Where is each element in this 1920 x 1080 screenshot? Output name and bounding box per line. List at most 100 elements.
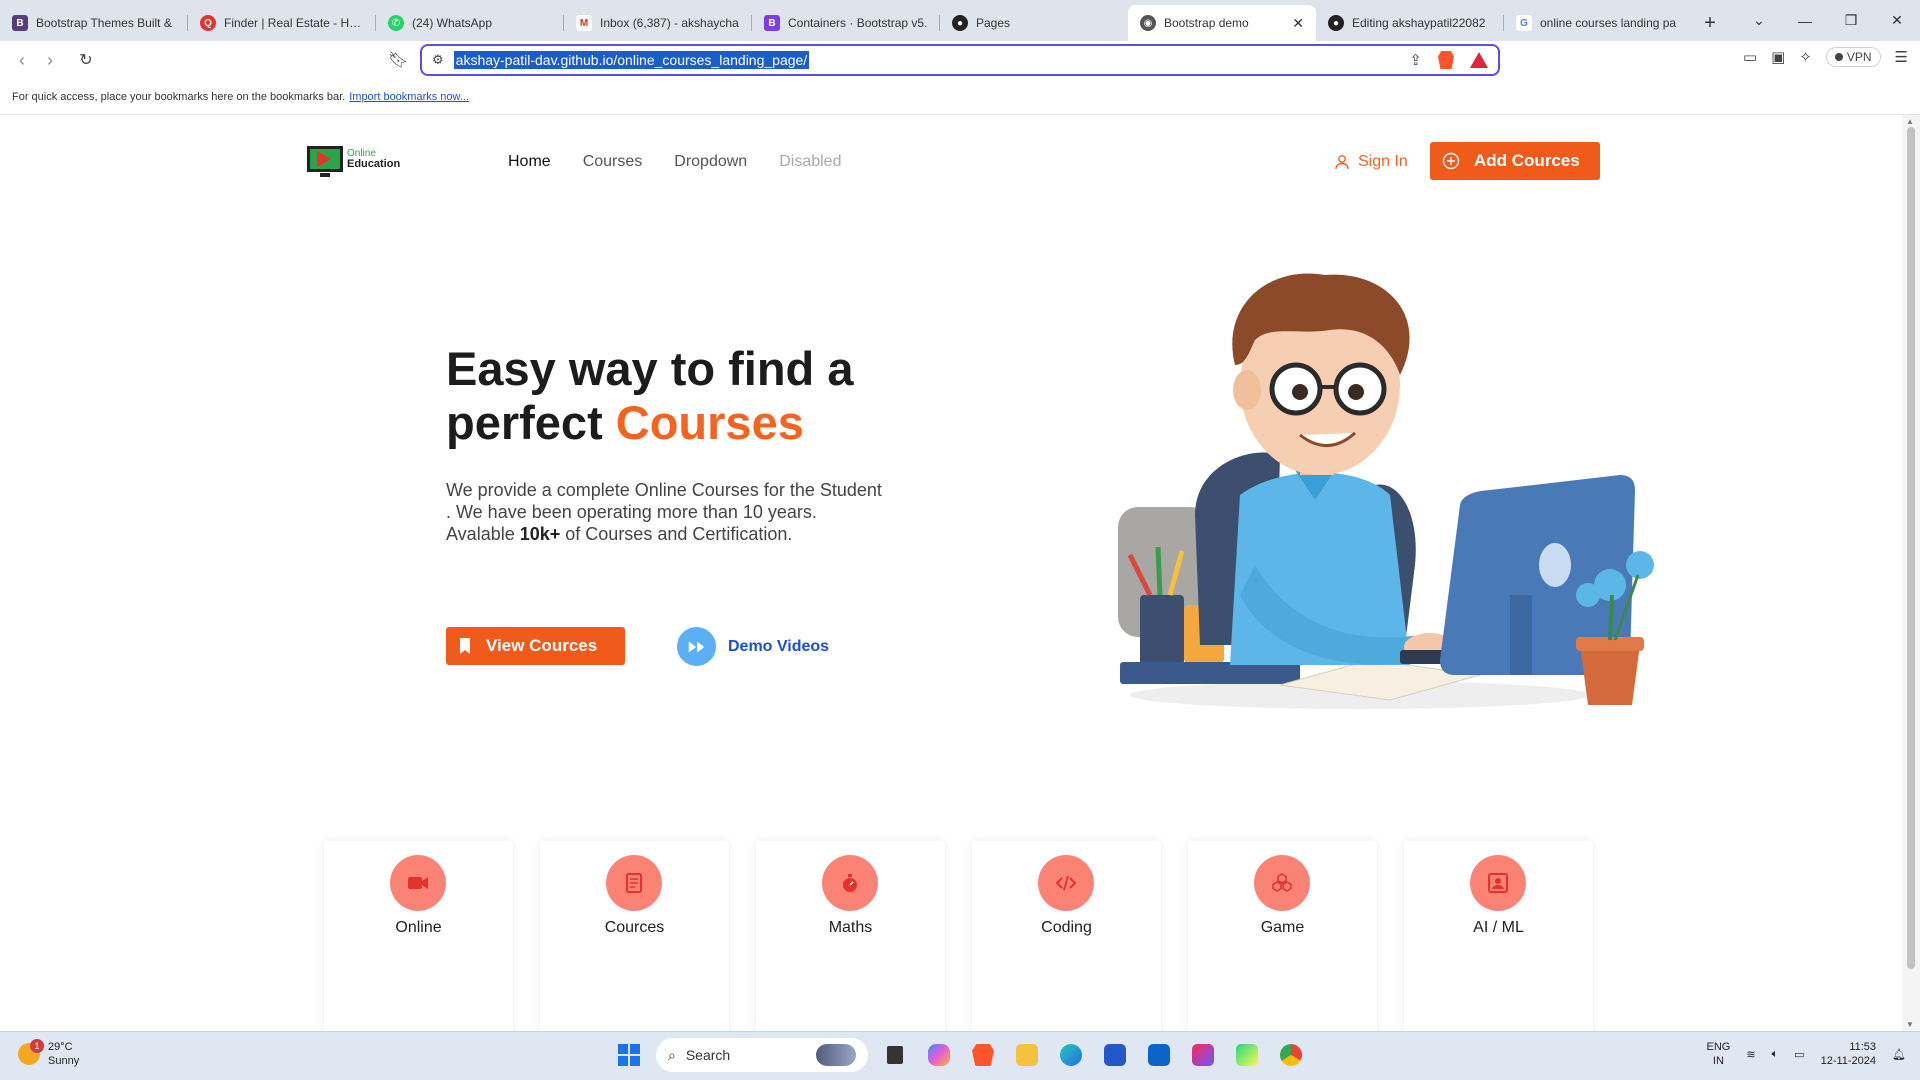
category-label: Online — [395, 919, 442, 936]
browser-tab[interactable]: B Containers · Bootstrap v5. — [752, 5, 940, 41]
brave-rewards-icon[interactable] — [1470, 52, 1488, 68]
menu-icon[interactable]: ☰ — [1895, 48, 1908, 66]
tab-title: Editing akshaypatil22082 — [1352, 16, 1486, 30]
browser-tab-active[interactable]: ◉ Bootstrap demo ✕ — [1128, 5, 1316, 41]
video-camera-icon — [390, 855, 446, 911]
cubes-icon — [1254, 855, 1310, 911]
vpn-label: VPN — [1846, 50, 1872, 64]
main-nav: Home Courses Dropdown Disabled — [508, 153, 841, 171]
category-card-maths[interactable]: Maths — [756, 841, 945, 1031]
stopwatch-icon — [822, 855, 878, 911]
sidebar-icon[interactable]: ▭ — [1743, 48, 1757, 66]
scroll-down-icon[interactable]: ▼ — [1906, 1020, 1914, 1029]
nav-courses[interactable]: Courses — [583, 153, 643, 171]
bookmarks-hint: For quick access, place your bookmarks h… — [12, 90, 346, 103]
taskbar-search[interactable]: ⌕ Search — [656, 1038, 868, 1072]
intellij-icon[interactable] — [1186, 1038, 1220, 1072]
category-card-cources[interactable]: Cources — [540, 841, 729, 1031]
category-card-ai-ml[interactable]: AI / ML — [1404, 841, 1593, 1031]
import-bookmarks-link[interactable]: Import bookmarks now... — [349, 91, 469, 103]
lang-region: IN — [1712, 1055, 1724, 1067]
web-page: Online Education Home Courses Dropdown D… — [0, 115, 1902, 1031]
view-courses-button[interactable]: View Cources — [446, 627, 625, 665]
search-highlight-icon — [816, 1044, 856, 1066]
site-settings-icon[interactable]: ⚙ — [432, 52, 444, 68]
browser-tab[interactable]: B Bootstrap Themes Built & — [0, 5, 188, 41]
plus-circle-icon — [1442, 152, 1460, 170]
speaker-icon[interactable]: 🔈︎ — [1772, 1048, 1779, 1061]
browser-tab[interactable]: M Inbox (6,387) - akshaycha — [564, 5, 752, 41]
search-icon: ⌕ — [668, 1046, 676, 1063]
tab-list-chevron-icon[interactable]: ⌄ — [1736, 12, 1782, 29]
sign-in-link[interactable]: Sign In — [1334, 153, 1408, 171]
bookmark-icon[interactable]: 🔖︎ — [388, 50, 408, 70]
tab-title: Bootstrap demo — [1164, 16, 1249, 30]
address-bar[interactable]: ⚙ akshay-patil-dav.github.io/online_cour… — [420, 44, 1500, 76]
windows-start-icon[interactable] — [612, 1038, 646, 1072]
weather-temp: 29°C — [48, 1041, 73, 1053]
browser-tab[interactable]: Q Finder | Real Estate - Hom — [188, 5, 376, 41]
battery-icon[interactable]: ▭ — [1794, 1048, 1804, 1061]
google-favicon-icon: G — [1516, 15, 1532, 31]
restore-button[interactable]: ❐ — [1828, 12, 1874, 29]
task-view-icon[interactable] — [878, 1038, 912, 1072]
file-explorer-icon[interactable] — [1010, 1038, 1044, 1072]
outlook-icon[interactable] — [1142, 1038, 1176, 1072]
brave-shields-icon[interactable] — [1438, 51, 1454, 69]
edge-icon[interactable] — [1054, 1038, 1088, 1072]
copilot-icon[interactable] — [922, 1038, 956, 1072]
clock-date: 12-11-2024 — [1820, 1055, 1877, 1067]
browser-tab[interactable]: ✆ (24) WhatsApp — [376, 5, 564, 41]
forward-button[interactable]: › — [36, 46, 64, 74]
page-scrollbar[interactable]: ▲ ▼ — [1902, 115, 1920, 1031]
search-placeholder: Search — [685, 1047, 731, 1063]
notifications-bell-icon[interactable]: 🔔︎ — [1892, 1048, 1906, 1061]
sign-in-label: Sign In — [1358, 153, 1408, 170]
bootstrap-favicon-icon: B — [12, 15, 28, 31]
category-card-online[interactable]: Online — [324, 841, 513, 1031]
gmail-favicon-icon: M — [576, 15, 592, 31]
windows-taskbar: 1 29°C Sunny ⌕ Search ENG IN ≋ 🔈︎ ▭ 11:5… — [0, 1031, 1920, 1080]
add-courses-button[interactable]: Add Cources — [1430, 142, 1600, 180]
pycharm-icon[interactable] — [1230, 1038, 1264, 1072]
back-button[interactable]: ‹ — [8, 46, 36, 74]
browser-tab[interactable]: G online courses landing pa — [1504, 5, 1692, 41]
sun-icon: 1 — [18, 1039, 44, 1065]
browser-tab[interactable]: ● Pages — [940, 5, 1128, 41]
reload-button[interactable]: ↻ — [72, 46, 100, 74]
category-card-game[interactable]: Game — [1188, 841, 1377, 1031]
bookmark-icon — [460, 638, 470, 654]
store-icon[interactable] — [1098, 1038, 1132, 1072]
close-tab-icon[interactable]: ✕ — [1292, 15, 1304, 32]
tab-title: Pages — [976, 16, 1011, 30]
site-logo[interactable]: Online Education — [307, 146, 400, 177]
url-text[interactable]: akshay-patil-dav.github.io/online_course… — [453, 51, 810, 69]
leo-ai-icon[interactable]: ✧ — [1799, 48, 1812, 66]
hero-title: Easy way to find a perfect Courses — [446, 342, 966, 450]
demo-videos-link[interactable]: Demo Videos — [677, 627, 829, 666]
scrollbar-thumb[interactable] — [1907, 127, 1915, 969]
scroll-up-icon[interactable]: ▲ — [1906, 117, 1914, 126]
demo-videos-label: Demo Videos — [728, 637, 830, 655]
add-courses-label: Add Cources — [1474, 151, 1580, 170]
new-tab-button[interactable]: + — [1692, 5, 1728, 41]
browser-tab[interactable]: ● Editing akshaypatil22082 — [1316, 5, 1504, 41]
brave-browser-icon[interactable] — [966, 1038, 1000, 1072]
category-card-coding[interactable]: Coding — [972, 841, 1161, 1031]
vpn-button[interactable]: VPN — [1825, 47, 1881, 67]
tab-title: Containers · Bootstrap v5. — [788, 16, 928, 30]
share-icon[interactable]: ⇪ — [1409, 51, 1422, 69]
monitor-logo-icon — [307, 146, 343, 177]
hero-description: We provide a complete Online Courses for… — [446, 479, 886, 545]
nav-home[interactable]: Home — [508, 153, 551, 171]
chrome-icon[interactable] — [1274, 1038, 1308, 1072]
close-window-button[interactable]: ✕ — [1874, 12, 1920, 29]
clock[interactable]: 11:53 12-11-2024 — [1821, 1040, 1876, 1068]
minimize-button[interactable]: — — [1782, 13, 1828, 29]
nav-dropdown[interactable]: Dropdown — [674, 153, 747, 171]
person-frame-icon — [1470, 855, 1526, 911]
weather-widget[interactable]: 1 29°C Sunny — [18, 1039, 79, 1068]
language-indicator[interactable]: ENG IN — [1707, 1040, 1731, 1068]
wallet-icon[interactable]: ▣ — [1771, 48, 1785, 66]
wifi-icon[interactable]: ≋ — [1746, 1048, 1755, 1061]
